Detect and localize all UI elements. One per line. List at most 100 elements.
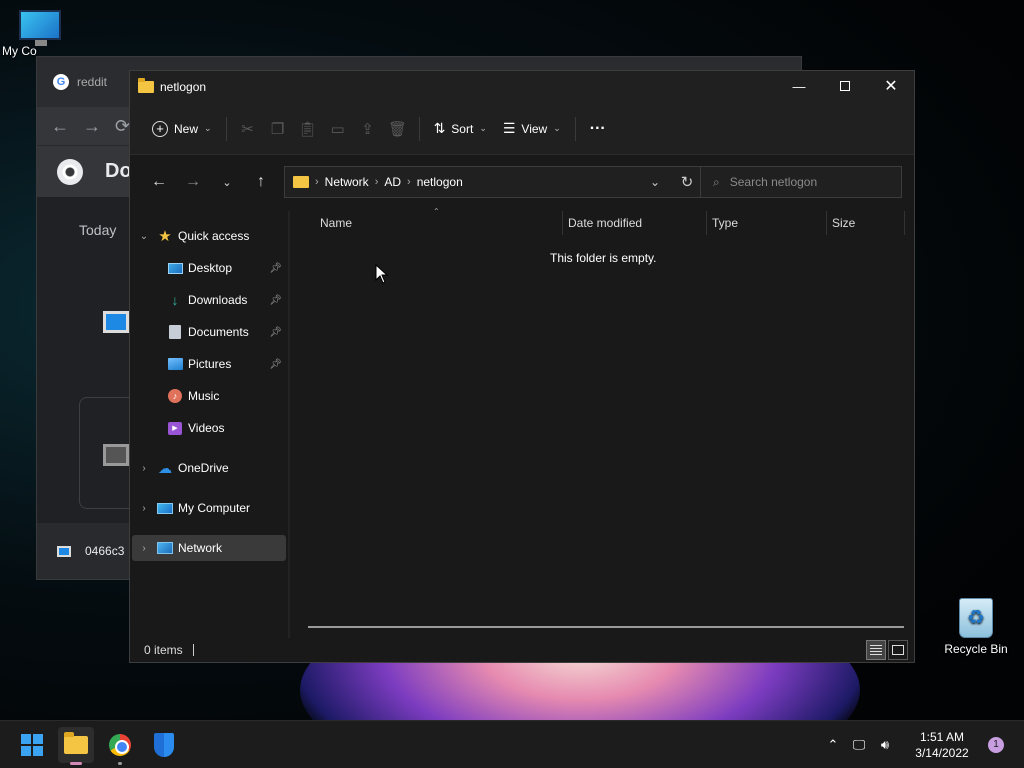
large-icons-view-button[interactable] [888,640,908,660]
nav-item-onedrive[interactable]: › ☁ OneDrive [132,455,286,481]
nav-item-label: Documents [188,325,249,339]
pin-icon: 📌︎ [269,294,282,306]
pin-icon: 📌︎ [269,262,282,274]
refresh-icon[interactable]: ↻ [671,173,703,191]
nav-item-my-computer[interactable]: › My Computer [132,495,286,521]
clock[interactable]: 1:51 AM 3/14/2022 [906,729,978,761]
empty-folder-message: This folder is empty. [550,251,657,265]
column-name[interactable]: Name [320,216,352,230]
file-thumbnail-icon [103,444,129,466]
recycle-bin-icon: ♻ [959,598,993,638]
delete-icon[interactable]: 🗑︎ [383,113,413,145]
new-button[interactable]: + New ⌄ [144,113,220,145]
title-bar[interactable]: netlogon — ✕ [130,71,914,103]
details-view-button[interactable] [866,640,886,660]
copy-icon[interactable]: ❐ [263,113,293,145]
divider [574,116,576,141]
sort-button[interactable]: ⇅ Sort ⌄ [426,113,495,145]
sort-label: Sort [451,121,474,136]
column-date-modified[interactable]: Date modified [568,216,642,230]
nav-item-pictures[interactable]: Pictures 📌︎ [132,351,286,377]
minimize-button[interactable]: — [776,71,822,101]
breadcrumb-ad[interactable]: AD [384,175,401,189]
expand-chevron-icon[interactable]: › [132,463,156,474]
status-divider [192,644,194,656]
search-input[interactable]: ⌕ Search netlogon [700,166,902,198]
status-bar: 0 items [130,638,914,662]
desktop-icon-my-computer[interactable]: My Co [2,10,78,58]
nav-item-videos[interactable]: ▶ Videos [132,415,286,441]
chevron-up-icon[interactable]: ⌃ [820,737,846,753]
column-divider[interactable] [826,211,827,235]
chrome-downloads-title: Do [105,160,132,182]
file-explorer-window[interactable]: netlogon — ✕ + New ⌄ ✂ ❐ 📋︎ ▭ ⇪ 🗑︎ ⇅ Sor… [129,70,915,663]
nav-item-label: Pictures [188,357,232,371]
back-button[interactable]: ← [142,167,176,197]
nav-item-desktop[interactable]: Desktop 📌︎ [132,255,286,281]
more-icon: ··· [589,119,606,137]
column-divider[interactable] [904,211,905,235]
file-explorer-icon [64,732,88,754]
network-status-icon[interactable]: 🖵︎ [846,737,872,753]
chevron-down-icon: ⌄ [204,123,212,133]
column-type[interactable]: Type [712,216,738,230]
notification-badge[interactable]: 1 [988,737,1004,753]
view-button[interactable]: ☰ View ⌄ [495,113,569,145]
computer-icon [19,10,61,46]
breadcrumb-network[interactable]: Network [325,175,369,189]
expand-chevron-icon[interactable]: ⌄ [132,231,156,242]
chrome-tab[interactable]: G reddit [45,69,115,95]
recent-locations-button[interactable]: ⌄ [210,167,244,197]
sort-icon: ⇅ [433,120,446,136]
expand-chevron-icon[interactable]: › [132,543,156,554]
network-icon [156,540,174,556]
column-divider[interactable] [706,211,707,235]
pin-icon: 📌︎ [269,326,282,338]
breadcrumb-netlogon[interactable]: netlogon [417,175,463,189]
chevron-down-icon: ⌄ [553,123,561,133]
address-history-chevron-icon[interactable]: ⌄ [639,175,671,189]
nav-item-network[interactable]: › Network [132,535,286,561]
more-options-button[interactable]: ··· [582,113,614,145]
horizontal-scrollbar[interactable] [308,626,904,628]
forward-button[interactable]: → [176,167,210,197]
start-button[interactable] [14,727,50,763]
volume-icon[interactable]: 🔊︎ [872,737,898,753]
nav-item-downloads[interactable]: ↓ Downloads 📌︎ [132,287,286,313]
column-size[interactable]: Size [832,216,855,230]
share-icon[interactable]: ⇪ [353,113,383,145]
taskbar-defender[interactable] [146,727,182,763]
reload-icon[interactable]: ⟳ [115,116,130,137]
forward-icon[interactable]: → [83,116,101,137]
expand-chevron-icon[interactable]: › [132,503,156,514]
view-icon: ☰ [502,120,516,136]
taskbar-chrome[interactable] [102,727,138,765]
cut-icon[interactable]: ✂ [233,113,263,145]
column-divider[interactable] [562,211,563,235]
view-toggles [866,640,908,660]
taskbar: ⌃ 🖵︎ 🔊︎ 1:51 AM 3/14/2022 1 [0,720,1024,768]
nav-item-music[interactable]: ♪ Music [132,383,286,409]
nav-item-documents[interactable]: Documents 📌︎ [132,319,286,345]
paste-icon[interactable]: 📋︎ [293,113,323,145]
taskbar-file-explorer[interactable] [58,727,94,765]
download-filename[interactable]: 0466c3 [85,544,124,558]
star-icon: ★ [158,228,172,245]
nav-item-label: OneDrive [178,461,229,475]
maximize-icon [840,81,850,91]
folder-icon [293,176,309,188]
tiles-view-icon [892,645,904,655]
close-button[interactable]: ✕ [868,71,914,101]
rename-icon[interactable]: ▭ [323,113,353,145]
address-bar[interactable]: › Network › AD › netlogon ⌄ ↻ [284,166,704,198]
search-placeholder: Search netlogon [729,175,818,189]
sort-up-icon: ⌃ [433,207,440,216]
videos-icon: ▶ [166,420,184,436]
maximize-button[interactable] [822,71,868,101]
up-button[interactable]: ↑ [244,167,278,197]
item-count: 0 items [144,643,183,657]
nav-item-quick-access[interactable]: ⌄ ★ Quick access [132,223,286,249]
navigation-pane[interactable]: ⌄ ★ Quick access Desktop 📌︎ ↓ Downloads … [130,211,288,638]
back-icon[interactable]: ← [51,116,69,137]
desktop-icon-recycle-bin[interactable]: ♻ Recycle Bin [940,598,1012,656]
